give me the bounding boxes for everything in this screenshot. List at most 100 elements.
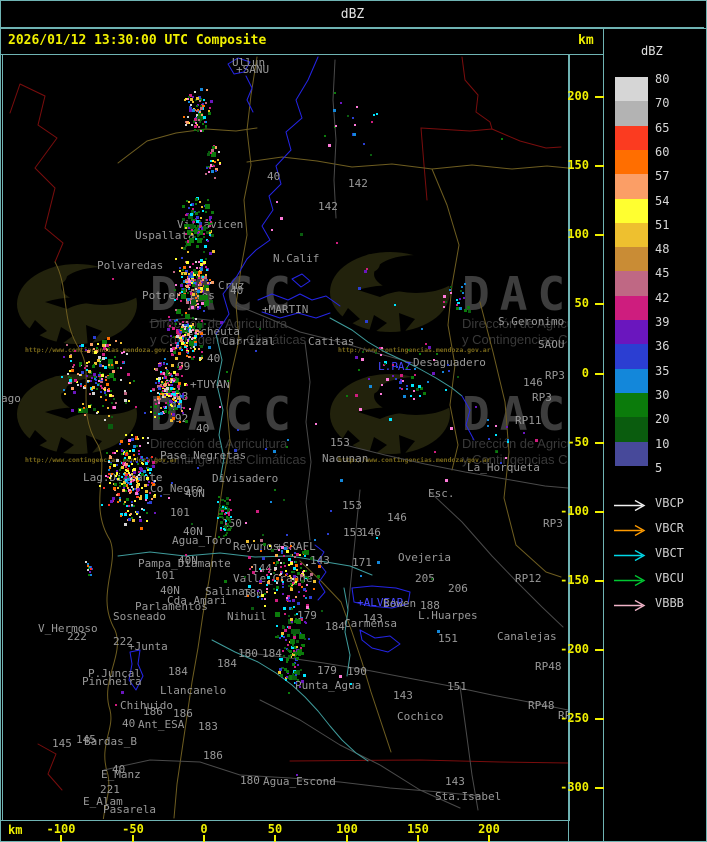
radar-echo [124,399,127,402]
radar-echo [179,347,181,349]
radar-echo [229,499,231,501]
y-axis-tick [595,165,604,167]
radar-echo [198,273,200,275]
radar-echo [228,517,230,519]
radar-echo [106,349,108,351]
radar-echo [268,571,270,573]
radar-echo [168,393,170,395]
radar-echo [276,586,279,589]
radar-echo [182,218,185,221]
radar-echo [61,376,63,378]
radar-echo [113,378,116,381]
radar-echo [112,278,114,280]
radar-echo [163,377,165,379]
map-label: 153 [342,499,362,512]
bottom-axis-unit: km [8,823,23,837]
radar-echo [224,500,226,502]
radar-echo [226,529,228,531]
road-tan [117,127,258,164]
map-label: 40 [267,170,280,183]
radar-echo [145,490,148,493]
radar-echo [288,626,291,629]
radar-echo [287,644,289,646]
map-label: 180 [243,587,263,600]
radar-echo [138,474,140,476]
radar-echo [201,335,203,337]
radar-echo [443,306,445,308]
radar-echo [276,561,279,564]
radar-echo [114,452,116,454]
radar-echo [158,382,160,384]
radar-echo [121,483,123,485]
radar-echo [182,393,184,395]
radar-echo [364,270,367,273]
radar-echo [90,380,92,382]
radar-echo [200,107,203,110]
radar-echo [406,367,408,369]
radar-echo [204,245,207,248]
radar-echo [177,366,179,368]
map-label: 146 [523,376,543,389]
radar-echo [191,523,193,525]
radar-echo [297,602,300,605]
radar-echo [205,127,207,129]
radar-echo [210,152,212,154]
radar-echo [305,597,307,599]
radar-echo [230,516,232,518]
border-red [420,127,562,149]
radar-echo [107,376,110,379]
y-axis-tick [595,96,604,98]
radar-echo [275,564,277,566]
radar-echo [186,345,188,347]
map-label: Punta_Agua [295,679,361,692]
radar-echo [191,279,193,281]
radar-echo [138,453,140,455]
radar-echo [198,261,200,263]
radar-echo [184,334,186,336]
radar-echo [74,379,77,382]
radar-echo [182,321,184,323]
radar-echo [276,577,279,580]
radar-echo [193,346,195,348]
radar-echo [86,362,88,364]
radar-echo [399,387,401,389]
radar-echo [172,413,175,416]
radar-echo [187,251,189,253]
radar-echo [189,109,192,112]
radar-echo [144,412,146,414]
radar-echo [179,421,181,423]
radar-echo [463,297,465,299]
radar-echo [292,599,295,602]
radar-echo [413,390,415,392]
radar-echo [82,403,84,405]
radar-echo [131,504,133,506]
radar-echo [119,469,121,471]
radar-echo [248,556,251,559]
radar-echo [149,501,152,504]
radar-echo [179,366,182,369]
radar-echo [174,397,176,399]
radar-echo [303,674,306,677]
radar-echo [347,115,349,117]
radar-echo [179,335,181,337]
radar-echo [73,364,75,366]
radar-echo [457,302,459,304]
radar-echo [128,456,131,459]
radar-echo [286,661,288,663]
radar-echo [358,369,360,371]
radar-echo [262,557,265,560]
radar-echo [137,438,139,440]
radar-echo [275,636,277,638]
radar-echo [80,385,82,387]
radar-echo [188,101,190,103]
y-axis-tick [595,649,604,651]
radar-echo [279,668,282,671]
radar-echo [261,598,263,600]
radar-echo [141,487,143,489]
radar-echo [201,320,203,322]
radar-echo [128,518,131,521]
radar-echo [290,577,292,579]
radar-echo [167,328,170,331]
radar-echo [133,445,136,448]
map-label: 143 [445,775,465,788]
